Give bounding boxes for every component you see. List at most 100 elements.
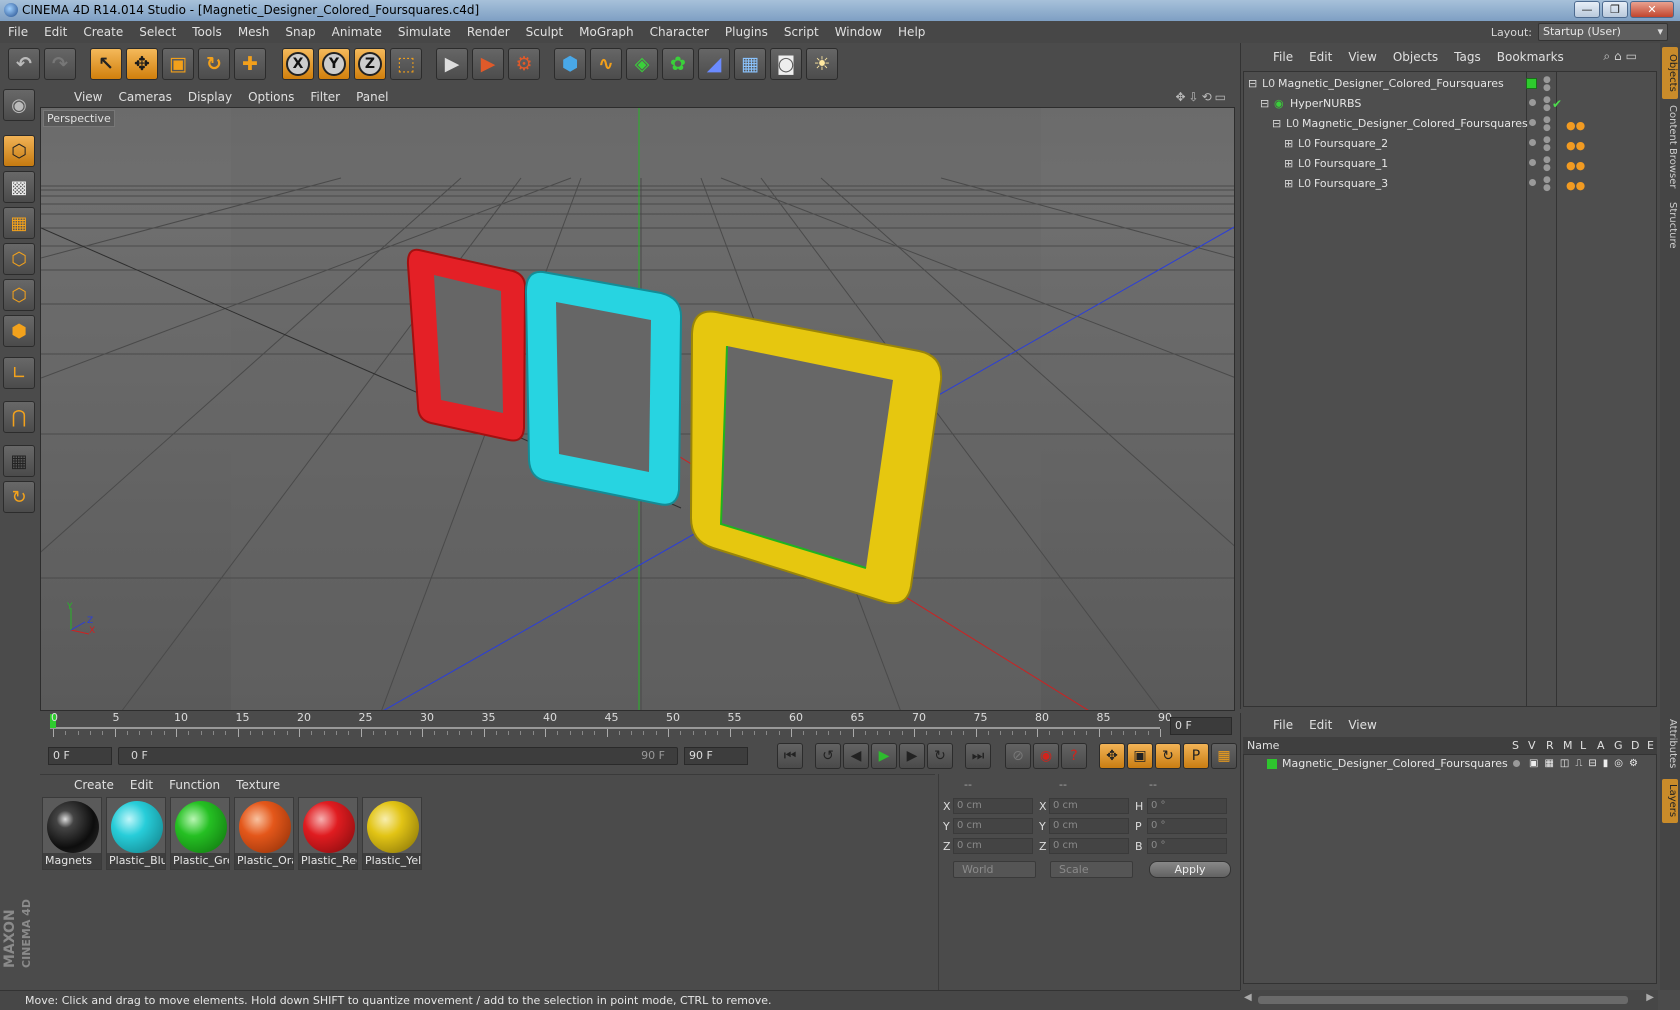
visibility-dot-icon[interactable] [1529, 119, 1536, 126]
scroll-right-icon[interactable]: ▶ [1646, 992, 1654, 1003]
next-frame-icon[interactable]: ▶ [899, 743, 925, 769]
camera-icon[interactable]: ◙ [770, 48, 802, 80]
size-z-field[interactable]: 0 cm [1049, 838, 1129, 854]
visibility-dots-icon[interactable]: ● ● [1543, 116, 1551, 133]
tree-row-root[interactable]: ⊟ L0 Magnetic_Designer_Colored_Foursquar… [1244, 74, 1656, 94]
timeline[interactable]: 0 5 10 15 20 25 30 35 40 45 50 55 60 65 70 75 80 85 90 0 F [40, 711, 1235, 741]
minimize-button[interactable]: — [1574, 1, 1600, 18]
go-to-start-icon[interactable]: ⏮ [777, 743, 803, 769]
menu-tools[interactable]: Tools [184, 21, 230, 43]
material-swatch[interactable]: Plastic_Blu [106, 797, 166, 870]
menu-script[interactable]: Script [776, 21, 827, 43]
undo-icon[interactable]: ↶ [8, 48, 40, 80]
horizontal-scrollbar[interactable]: ◀ ▶ [1240, 990, 1658, 1010]
tab-content-browser[interactable]: Content Browser [1662, 101, 1678, 193]
viewport-menu-options[interactable]: Options [240, 90, 302, 104]
redo-icon[interactable]: ↷ [44, 48, 76, 80]
viewport-menu-display[interactable]: Display [180, 90, 240, 104]
menu-select[interactable]: Select [131, 21, 184, 43]
recent-tool-icon[interactable]: ✚ [234, 48, 266, 80]
tab-structure[interactable]: Structure [1662, 195, 1678, 255]
coordinate-mode-dropdown[interactable]: World [953, 861, 1036, 878]
layer-col-solo[interactable]: S [1512, 737, 1519, 754]
key-rotation-icon[interactable]: ↻ [1155, 743, 1181, 769]
objects-menu-bookmarks[interactable]: Bookmarks [1489, 50, 1572, 64]
y-axis-lock-icon[interactable]: Y [318, 48, 350, 80]
collapse-icon[interactable]: ⊟ [1272, 118, 1284, 130]
menu-mesh[interactable]: Mesh [230, 21, 278, 43]
texture-mode-icon[interactable]: ▩ [3, 171, 35, 203]
material-swatch[interactable]: Magnets [42, 797, 102, 870]
coordinate-system-icon[interactable]: ⬚ [390, 48, 422, 80]
cyan-foursquare[interactable] [524, 270, 683, 506]
menu-character[interactable]: Character [642, 21, 717, 43]
menu-render[interactable]: Render [459, 21, 518, 43]
menu-mograph[interactable]: MoGraph [571, 21, 642, 43]
start-frame-field[interactable]: 0 F [48, 747, 112, 765]
layer-col-locked[interactable]: L [1580, 737, 1586, 754]
layer-col-expressions[interactable]: E [1647, 737, 1654, 754]
layer-col-generators[interactable]: G [1614, 737, 1623, 754]
layer-col-deformers[interactable]: D [1631, 737, 1639, 754]
prev-keyframe-icon[interactable]: ↺ [815, 743, 841, 769]
rotation-b-field[interactable]: 0 ° [1147, 838, 1227, 854]
go-to-end-icon[interactable]: ⏭ [965, 743, 991, 769]
nurbs-icon[interactable]: ◈ [626, 48, 658, 80]
menu-edit[interactable]: Edit [36, 21, 75, 43]
next-keyframe-icon[interactable]: ↻ [927, 743, 953, 769]
objects-menu-objects[interactable]: Objects [1385, 50, 1446, 64]
layer-color-swatch[interactable] [1526, 78, 1537, 89]
material-menu-edit[interactable]: Edit [122, 778, 161, 792]
close-button[interactable]: ✕ [1630, 1, 1674, 18]
size-x-field[interactable]: 0 cm [1049, 798, 1129, 814]
scale-tool-icon[interactable]: ▣ [162, 48, 194, 80]
render-settings-icon[interactable]: ⚙ [508, 48, 540, 80]
menu-help[interactable]: Help [890, 21, 933, 43]
viewport-menu-cameras[interactable]: Cameras [110, 90, 179, 104]
position-z-field[interactable]: 0 cm [953, 838, 1033, 854]
viewport-label[interactable]: Perspective [43, 110, 115, 127]
workplane-icon[interactable]: ▦ [3, 207, 35, 239]
expand-icon[interactable]: ⊞ [1284, 178, 1296, 190]
menu-sculpt[interactable]: Sculpt [518, 21, 571, 43]
layer-col-render[interactable]: R [1546, 737, 1554, 754]
solo-dot-icon[interactable] [1513, 760, 1520, 767]
maximize-button[interactable]: ❐ [1602, 1, 1628, 18]
layers-menu-file[interactable]: File [1265, 718, 1301, 732]
rotation-h-field[interactable]: 0 ° [1147, 798, 1227, 814]
snap-magnet-icon[interactable]: ⋂ [3, 401, 35, 433]
model-mode-icon[interactable]: ⬡ [3, 135, 35, 167]
range-slider[interactable]: 0 F 90 F [118, 747, 678, 765]
visibility-dots-icon[interactable]: ● ● [1543, 176, 1551, 193]
tab-attributes[interactable]: Attributes [1662, 713, 1678, 775]
tree-row-hypernurbs[interactable]: ⊟ ◉ HyperNURBS ● ● ✔ [1244, 94, 1656, 114]
layer-flag-icons[interactable]: ▣▦◫⎍⊟▮◎⚙ [1529, 755, 1644, 773]
record-keys-icon[interactable]: ⊘ [1005, 743, 1031, 769]
material-tags-icon[interactable]: ●● [1566, 116, 1585, 136]
material-tags-icon[interactable]: ●● [1566, 136, 1585, 156]
visibility-dots-icon[interactable]: ● ● [1543, 136, 1551, 153]
key-position-icon[interactable]: ✥ [1099, 743, 1125, 769]
deformer-icon[interactable]: ◢ [698, 48, 730, 80]
end-frame-field[interactable]: 90 F [684, 747, 748, 765]
floor-icon[interactable]: ▦ [734, 48, 766, 80]
collapse-icon[interactable]: ⊟ [1248, 78, 1260, 90]
menu-animate[interactable]: Animate [324, 21, 390, 43]
tab-layers[interactable]: Layers [1662, 779, 1678, 823]
menu-snap[interactable]: Snap [277, 21, 323, 43]
make-editable-icon[interactable]: ◉ [3, 89, 35, 121]
tab-objects[interactable]: Objects [1662, 47, 1678, 99]
red-foursquare[interactable] [406, 248, 527, 442]
object-manager-search-home-icons[interactable]: ⌕⌂▭ [1603, 49, 1641, 64]
layer-row[interactable]: Magnetic_Designer_Colored_Foursquares ▣▦… [1243, 755, 1657, 773]
play-icon[interactable]: ▶ [871, 743, 897, 769]
material-menu-create[interactable]: Create [66, 778, 122, 792]
viewport-menu-panel[interactable]: Panel [348, 90, 396, 104]
viewport-menu-filter[interactable]: Filter [302, 90, 348, 104]
render-view-icon[interactable]: ▶ [436, 48, 468, 80]
polygons-mode-icon[interactable]: ⬢ [3, 315, 35, 347]
visibility-dot-icon[interactable] [1529, 159, 1536, 166]
material-tags-icon[interactable]: ●● [1566, 156, 1585, 176]
expand-icon[interactable]: ⊞ [1284, 138, 1296, 150]
scroll-left-icon[interactable]: ◀ [1244, 992, 1252, 1003]
